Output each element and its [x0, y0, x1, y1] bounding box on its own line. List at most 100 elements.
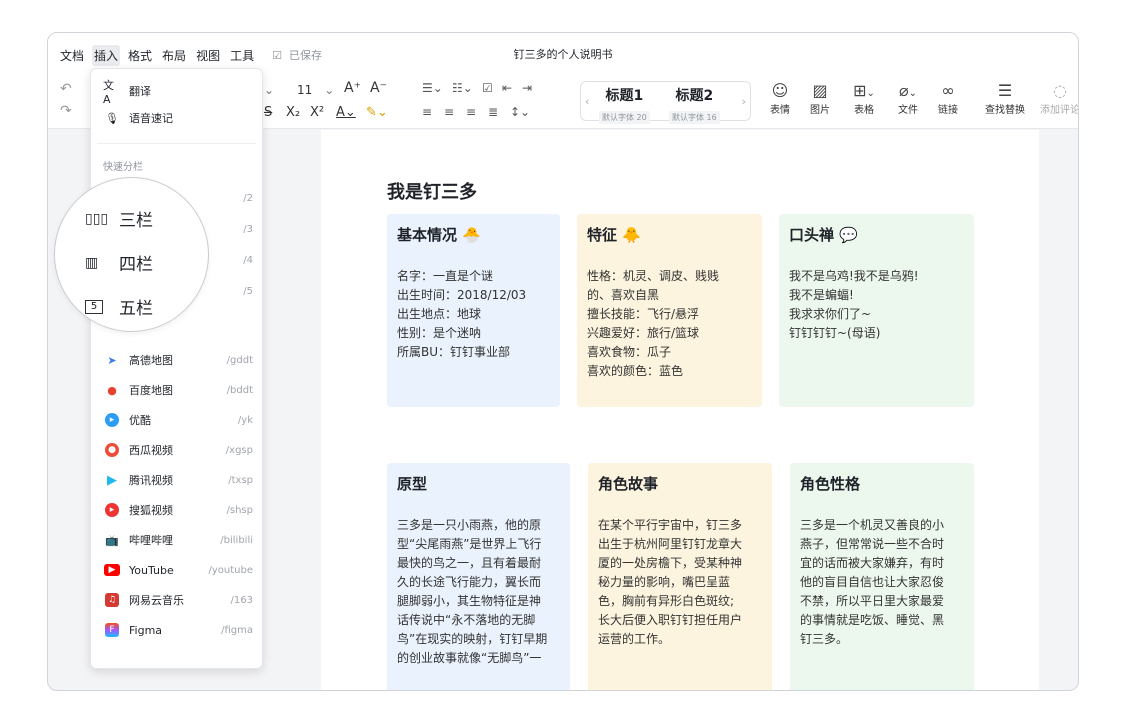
- decrease-font-icon[interactable]: A⁻: [370, 80, 387, 96]
- card-line: 在某个平行宇宙中，钉三多: [598, 518, 743, 532]
- chevron-right-icon[interactable]: ›: [742, 95, 746, 108]
- strikethrough-icon[interactable]: S̶: [264, 105, 272, 120]
- font-family-chevron-icon[interactable]: ⌄: [264, 83, 274, 97]
- card-line: 燕子，但常常说一些不合时: [800, 537, 945, 551]
- highlight-icon[interactable]: ✎⌄: [366, 105, 388, 120]
- menu-item-tencent-video[interactable]: ▶ 腾讯视频/txsp: [103, 470, 253, 490]
- card-line: 我不是乌鸡!我不是乌鸦!: [789, 269, 919, 283]
- bilibili-icon: 📺: [105, 533, 119, 547]
- document-title: 钉三多的个人说明书: [513, 48, 613, 61]
- document-heading: 我是钉三多: [387, 182, 477, 203]
- style-heading2-sub: 默认字体 16: [669, 111, 720, 124]
- file-label: 文件: [898, 105, 918, 116]
- find-replace-label: 查找替换: [985, 105, 1025, 116]
- indent-icon[interactable]: ⇥: [522, 81, 532, 95]
- line-spacing-icon[interactable]: ↕⌄: [510, 105, 530, 119]
- file-tool[interactable]: ⌀⌄ 文件: [888, 81, 928, 116]
- style-heading1-label: 标题1: [605, 88, 644, 104]
- app-window: 文档 插入 格式 布局 视图 工具 ☑ 已保存 钉三多的个人说明书 ↶ ↷ ⌄ 1…: [47, 32, 1079, 691]
- table-icon: ⊞⌄: [853, 81, 875, 100]
- magnified-columns-5[interactable]: 5 五栏: [85, 294, 153, 319]
- numbered-list-icon[interactable]: ☷⌄: [452, 81, 473, 95]
- card-line: 兴趣爱好：旅行/篮球: [587, 326, 700, 340]
- card-line: 不禁，所以平日里大家最爱: [800, 594, 945, 608]
- image-label: 图片: [810, 105, 830, 116]
- comment-tool[interactable]: ◌ 添加评论: [1036, 81, 1078, 116]
- group-label-columns: 快速分栏: [103, 162, 143, 173]
- menu-item-label: Figma: [129, 623, 163, 637]
- card-line: 的创业故事就像“无脚鸟”一: [397, 651, 542, 665]
- chevron-left-icon[interactable]: ‹: [585, 95, 589, 108]
- undo-icon[interactable]: ↶: [60, 81, 72, 97]
- menu-item-figma[interactable]: F Figma/figma: [103, 620, 253, 640]
- justify-icon[interactable]: ≣: [488, 105, 498, 119]
- card-line: 话传说中“永不落地的无脚: [397, 613, 536, 627]
- menu-item-label: 语音速记: [129, 112, 173, 125]
- amap-icon: ➤: [107, 353, 117, 367]
- menu-item-sohu-video[interactable]: ▸ 搜狐视频/shsp: [103, 500, 253, 520]
- menu-item-baidu-map[interactable]: ● 百度地图/bddt: [103, 380, 253, 400]
- link-icon: ∞: [941, 81, 955, 100]
- subscript-icon[interactable]: X₂: [286, 105, 300, 120]
- font-color-icon[interactable]: A⌄: [336, 105, 356, 120]
- menu-item-youku[interactable]: ▸ 优酷/yk: [103, 410, 253, 430]
- outdent-icon[interactable]: ⇤: [502, 81, 512, 95]
- emoji-icon: ☺: [771, 81, 789, 100]
- align-left-icon[interactable]: ≡: [422, 105, 432, 119]
- bullet-list-icon[interactable]: ☰⌄: [422, 81, 443, 95]
- menu-item-netease-music[interactable]: ♫ 网易云音乐/163: [103, 590, 253, 610]
- magnifier-callout: ▯▯▯ 三栏 ▥ 四栏 5 五栏: [54, 177, 209, 332]
- card-catchphrase[interactable]: 口头禅 💬 我不是乌鸡!我不是乌鸦! 我不是蝙蝠! 我求求你们了~ 钉钉钉钉~(母语): [779, 214, 974, 407]
- card-basic-info[interactable]: 基本情况 🐣 名字：一直是个谜 出生时间：2018/12/03 出生地点：地球 性别：…: [387, 214, 560, 407]
- style-heading2[interactable]: 标题2 默认字体 16: [669, 85, 720, 124]
- magnified-columns-3[interactable]: ▯▯▯ 三栏: [85, 206, 153, 232]
- shortcut-label: /bddt: [226, 384, 253, 396]
- table-tool[interactable]: ⊞⌄ 表格: [844, 81, 884, 116]
- menu-item-translate[interactable]: 文A 翻译: [103, 79, 253, 106]
- redo-icon[interactable]: ↷: [60, 103, 72, 119]
- emoji-tool[interactable]: ☺ 表情: [760, 81, 800, 116]
- sohu-video-icon: ▸: [103, 502, 121, 518]
- card-title: 基本情况 🐣: [397, 226, 481, 244]
- align-right-icon[interactable]: ≡: [466, 105, 476, 119]
- checklist-icon[interactable]: ☑: [482, 81, 493, 95]
- card-story[interactable]: 角色故事 在某个平行宇宙中，钉三多 出生于杭州阿里钉钉龙章大 厦的一处房檐下，受某种…: [588, 463, 772, 690]
- card-prototype[interactable]: 原型 三多是一只小雨燕，他的原 型“尖尾雨燕”是世界上飞行 最快的鸟之一，且有着最耐…: [387, 463, 570, 690]
- figma-icon: F: [103, 622, 121, 638]
- emoji-label: 表情: [770, 105, 790, 116]
- card-title: 角色性格: [800, 475, 861, 493]
- find-replace-tool[interactable]: ☰ 查找替换: [980, 81, 1030, 116]
- xigua-icon: ●: [103, 442, 121, 458]
- document-page[interactable]: 我是钉三多 基本情况 🐣 名字：一直是个谜 出生时间：2018/12/03 出生地点…: [321, 130, 1039, 690]
- card-line: 秘力量的影响，嘴巴呈蓝: [598, 575, 731, 589]
- menu-item-label: YouTube: [129, 563, 174, 577]
- menu-item-xigua[interactable]: ● 西瓜视频/xgsp: [103, 440, 253, 460]
- card-line: 喜欢食物：瓜子: [587, 345, 672, 359]
- menu-item-label: 优酷: [129, 414, 151, 427]
- youku-icon: ▸: [103, 412, 121, 428]
- menu-item-voice-note[interactable]: 🎙 语音速记: [103, 108, 253, 128]
- menu-item-bilibili[interactable]: 📺 哔哩哔哩/bilibili: [103, 530, 253, 550]
- card-personality[interactable]: 角色性格 三多是一个机灵又善良的小 燕子，但常常说一些不合时 宜的话而被大家嫌弃，有…: [790, 463, 974, 690]
- card-features[interactable]: 特征 🐥 性格：机灵、调皮、贱贱 的、喜欢自黑 擅长技能：飞行/悬浮 兴趣爱好：旅行/…: [577, 214, 762, 407]
- font-size-select[interactable]: 11 ⌄: [296, 82, 335, 98]
- menu-item-amap[interactable]: ➤ 高德地图/gddt: [103, 350, 253, 370]
- superscript-icon[interactable]: X²: [310, 105, 324, 120]
- card-line: 腿脚弱小，其生物特征是神: [397, 594, 542, 608]
- shortcut-label: /163: [230, 594, 253, 606]
- image-tool[interactable]: ▨ 图片: [800, 81, 840, 116]
- link-tool[interactable]: ∞ 链接: [928, 81, 968, 116]
- card-title: 特征 🐥: [587, 226, 641, 244]
- four-columns-icon: ▥: [85, 254, 99, 271]
- card-title: 原型: [397, 475, 428, 493]
- menu-item-youtube[interactable]: ▶ YouTube/youtube: [103, 560, 253, 580]
- style-heading1[interactable]: 标题1 默认字体 20: [599, 85, 650, 124]
- card-line: 钉钉钉钉~(母语): [789, 326, 881, 340]
- magnified-label: 五栏: [119, 299, 153, 319]
- align-center-icon[interactable]: ≡: [444, 105, 454, 119]
- card-line: 我不是蝙蝠!: [789, 288, 854, 302]
- tencent-video-icon: ▶: [107, 472, 117, 488]
- increase-font-icon[interactable]: A⁺: [344, 80, 361, 96]
- magnified-columns-4[interactable]: ▥ 四栏: [85, 250, 153, 276]
- card-line: 所属BU：钉钉事业部: [397, 345, 511, 359]
